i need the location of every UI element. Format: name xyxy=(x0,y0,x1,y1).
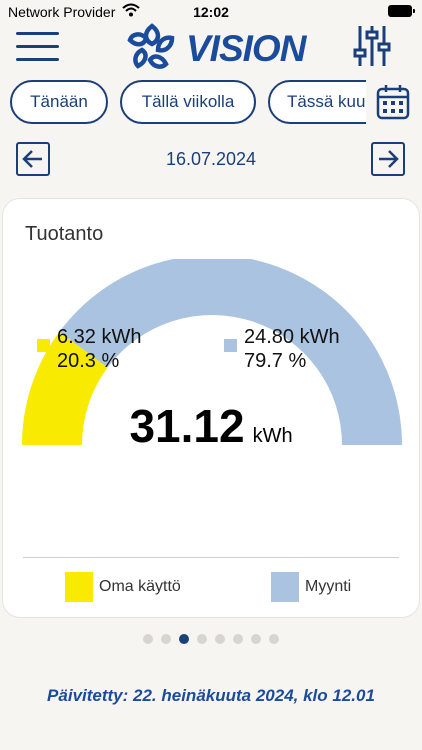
sold-kwh: 24.80 kWh xyxy=(244,326,340,348)
sold-percent: 79.7 % xyxy=(244,350,307,372)
legend-label-sold: Myynti xyxy=(305,578,352,595)
total-unit: kWh xyxy=(252,425,293,447)
hamburger-icon[interactable] xyxy=(16,30,60,64)
sold-swatch xyxy=(224,339,237,352)
page-dot[interactable] xyxy=(269,634,279,644)
legend-self-use: Oma käyttö xyxy=(65,571,181,603)
vision-logo: VISION xyxy=(120,20,310,74)
page-indicator xyxy=(0,634,422,648)
self-use-kwh: 6.32 kWh xyxy=(57,326,142,348)
card-title: Tuotanto xyxy=(25,223,104,245)
selected-date: 16.07.2024 xyxy=(165,149,257,169)
legend-label-self-use: Oma käyttö xyxy=(99,578,181,595)
page-dot[interactable] xyxy=(161,634,171,644)
sliders-icon[interactable] xyxy=(352,24,392,68)
legend-sold: Myynti xyxy=(271,571,351,603)
tab-this-week[interactable]: Tällä viikolla xyxy=(120,80,256,124)
tab-this-month[interactable]: Tässä kuussa xyxy=(268,80,366,124)
last-updated: Päivitetty: 22. heinäkuuta 2024, klo 12.… xyxy=(47,686,375,705)
logo-flower-icon xyxy=(127,23,175,69)
sold-values: 24.80 kWh 79.7 % xyxy=(224,325,340,373)
tab-strip: Tänään Tällä viikolla Tässä kuussa xyxy=(0,80,366,126)
date-navigation: 16.07.2024 xyxy=(0,140,422,180)
self-use-percent: 20.3 % xyxy=(57,350,120,372)
page-dot[interactable] xyxy=(143,634,153,644)
app-header: VISION xyxy=(0,18,422,76)
page-dot[interactable] xyxy=(197,634,207,644)
period-tabs: Tänään Tällä viikolla Tässä kuussa xyxy=(0,80,422,126)
production-card: Tuotanto 6.32 kWh 20.3 % 24.80 kWh 79.7 … xyxy=(2,198,420,618)
page-dot[interactable] xyxy=(215,634,225,644)
self-use-swatch xyxy=(37,339,50,352)
arrow-right-icon[interactable] xyxy=(371,142,405,176)
page-dot[interactable] xyxy=(179,634,189,644)
brand-name: VISION xyxy=(186,28,306,69)
battery-icon xyxy=(388,5,415,17)
tab-today[interactable]: Tänään xyxy=(10,80,108,124)
legend-swatch-self-use xyxy=(65,572,93,602)
calendar-icon[interactable] xyxy=(376,84,410,120)
self-use-values: 6.32 kWh 20.3 % xyxy=(37,325,142,373)
page-dot[interactable] xyxy=(251,634,261,644)
legend-swatch-sold xyxy=(271,572,299,602)
legend-divider xyxy=(23,557,399,558)
page-dot[interactable] xyxy=(233,634,243,644)
total-production: 31.12 kWh xyxy=(3,399,419,453)
total-value: 31.12 xyxy=(129,400,245,452)
